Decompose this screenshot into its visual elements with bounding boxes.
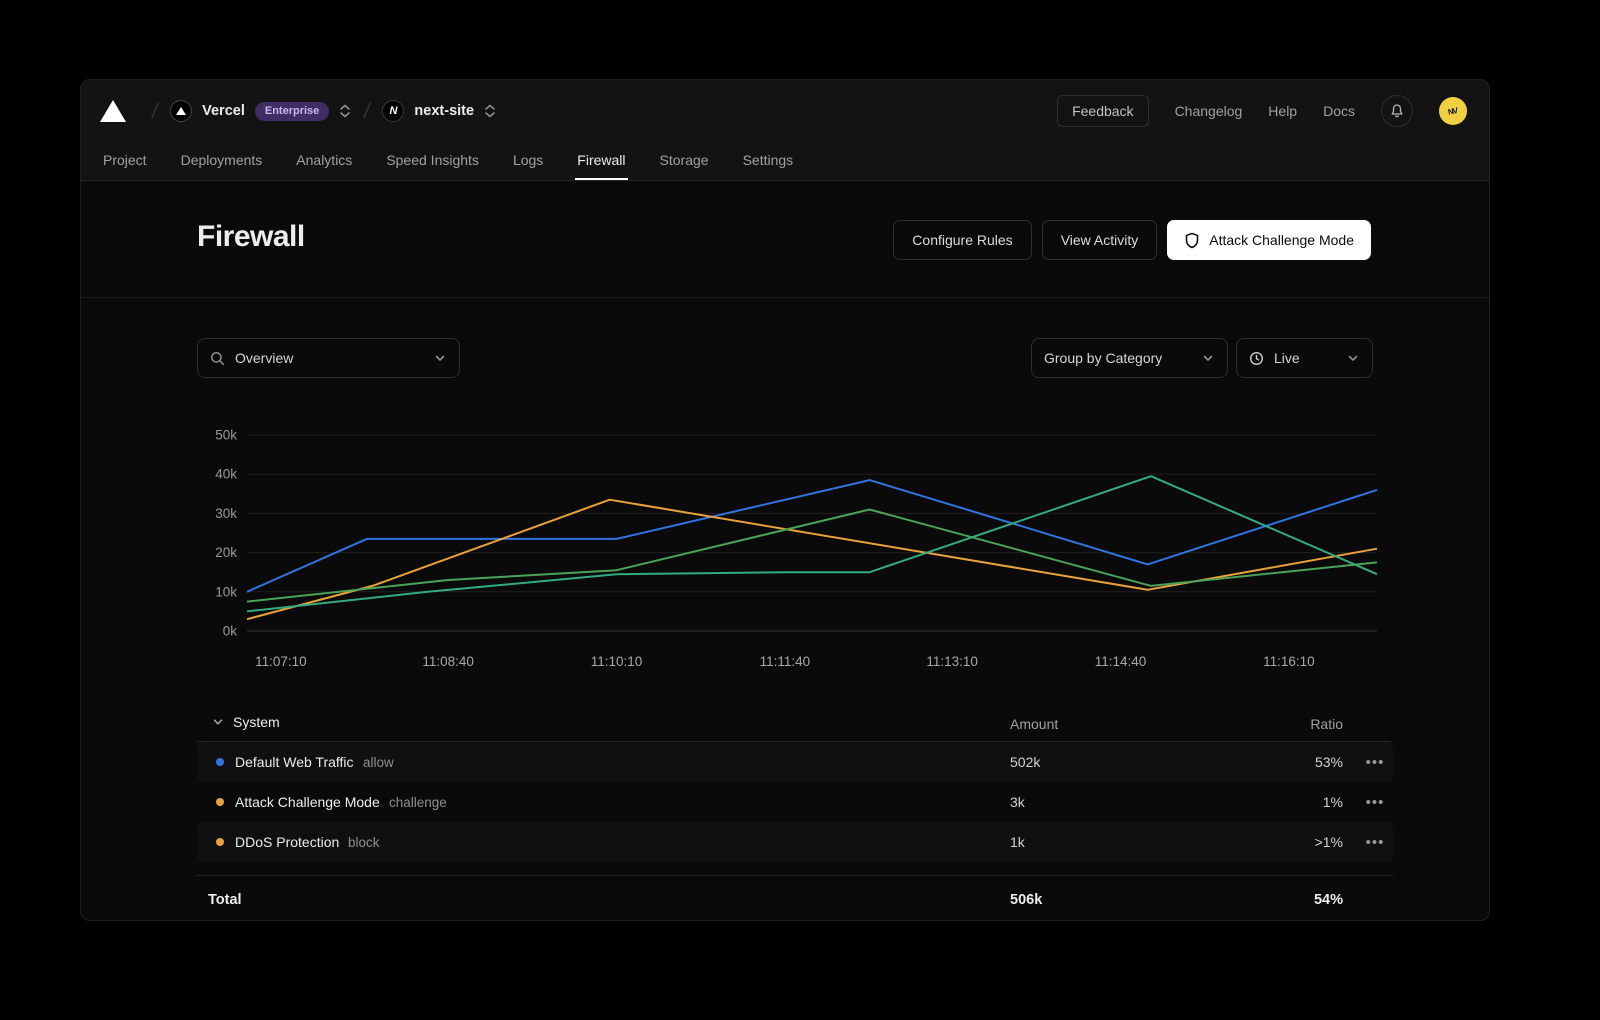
blue-line <box>247 480 1377 592</box>
rule-ratio: 53% <box>197 754 1343 770</box>
total-row: Total 506k 54% <box>197 875 1393 921</box>
page-title: Firewall <box>197 220 305 254</box>
line-chart-svg: 0k 10k 20k 30k 40k 50k 11:07:10 11:08:40 11:10:1… <box>197 416 1393 684</box>
teal-line <box>247 476 1377 611</box>
nextjs-project-icon: N <box>382 100 404 122</box>
breadcrumb-slash: / <box>150 98 160 125</box>
view-select-value: Overview <box>235 350 423 366</box>
ratio-column-header: Ratio <box>197 716 1343 732</box>
table-row[interactable]: Default Web Trafficallow502k53%••• <box>197 742 1393 782</box>
attack-challenge-mode-button[interactable]: Attack Challenge Mode <box>1167 220 1371 260</box>
time-range-select[interactable]: Live <box>1236 338 1373 378</box>
search-icon <box>210 351 225 366</box>
rule-ratio: >1% <box>197 834 1343 850</box>
tab-speed-insights[interactable]: Speed Insights <box>384 140 481 180</box>
x-axis-tick-label: 11:11:40 <box>760 654 811 669</box>
top-right-actions: Feedback Changelog Help Docs NV <box>1057 95 1467 127</box>
project-switcher-icon[interactable] <box>483 103 497 119</box>
chevron-down-icon <box>1346 351 1360 365</box>
avatar-initials: NV <box>1448 106 1459 117</box>
vercel-logo-icon[interactable] <box>100 100 126 122</box>
tab-firewall[interactable]: Firewall <box>575 140 627 180</box>
team-name[interactable]: Vercel <box>202 103 245 119</box>
top-band: / Vercel Enterprise / N next-site Feedba… <box>81 80 1489 181</box>
y-axis-tick-label: 40k <box>215 467 237 482</box>
team-triangle-icon <box>176 107 186 115</box>
x-axis-tick-label: 11:10:10 <box>591 654 643 669</box>
x-axis-tick-label: 11:14:40 <box>1095 654 1147 669</box>
tab-deployments[interactable]: Deployments <box>179 140 265 180</box>
help-link[interactable]: Help <box>1268 103 1297 119</box>
tab-logs[interactable]: Logs <box>511 140 545 180</box>
rule-ratio: 1% <box>197 794 1343 810</box>
y-axis-tick-label: 20k <box>215 545 237 560</box>
traffic-chart[interactable]: 0k 10k 20k 30k 40k 50k 11:07:10 11:08:40 11:10:1… <box>197 416 1393 686</box>
chevron-down-icon <box>433 351 447 365</box>
clock-icon <box>1249 351 1264 366</box>
y-axis-tick-label: 50k <box>215 428 237 443</box>
user-avatar[interactable]: NV <box>1439 97 1467 125</box>
x-axis-tick-label: 11:16:10 <box>1263 654 1315 669</box>
tab-settings[interactable]: Settings <box>741 140 796 180</box>
time-range-value: Live <box>1274 350 1336 366</box>
tab-analytics[interactable]: Analytics <box>294 140 354 180</box>
attack-challenge-mode-label: Attack Challenge Mode <box>1209 232 1354 248</box>
y-axis-tick-label: 0k <box>223 624 238 639</box>
configure-rules-button[interactable]: Configure Rules <box>893 220 1031 260</box>
title-actions: Configure Rules View Activity Attack Cha… <box>893 220 1371 260</box>
enterprise-badge: Enterprise <box>255 102 329 121</box>
shield-icon <box>1184 232 1200 249</box>
group-by-value: Group by Category <box>1044 350 1191 366</box>
row-menu-button[interactable]: ••• <box>1361 790 1389 814</box>
x-axis-tick-label: 11:13:10 <box>926 654 978 669</box>
tab-storage[interactable]: Storage <box>658 140 711 180</box>
green-line <box>247 510 1377 602</box>
table-row[interactable]: Attack Challenge Modechallenge3k1%••• <box>197 782 1393 822</box>
title-section: Firewall Configure Rules View Activity A… <box>81 182 1489 298</box>
view-activity-button[interactable]: View Activity <box>1042 220 1158 260</box>
y-axis-tick-label: 10k <box>215 584 237 599</box>
table-header: System Amount Ratio <box>197 707 1393 742</box>
row-menu-button[interactable]: ••• <box>1361 830 1389 854</box>
team-avatar <box>170 100 192 122</box>
docs-link[interactable]: Docs <box>1323 103 1355 119</box>
team-switcher-icon[interactable] <box>338 103 352 119</box>
yellow-line <box>247 500 1377 620</box>
breadcrumb-slash: / <box>363 98 373 125</box>
project-name[interactable]: next-site <box>414 103 474 119</box>
project-tabs: Project Deployments Analytics Speed Insight… <box>101 140 795 180</box>
x-axis-tick-label: 11:08:40 <box>422 654 474 669</box>
y-axis-tick-label: 30k <box>215 506 237 521</box>
table-row[interactable]: DDoS Protectionblock1k>1%••• <box>197 822 1393 862</box>
view-select[interactable]: Overview <box>197 338 460 378</box>
app-window: / Vercel Enterprise / N next-site Feedba… <box>80 79 1490 921</box>
filter-row: Overview Group by Category Live <box>81 338 1489 378</box>
table-body: Default Web Trafficallow502k53%•••Attack… <box>197 742 1393 862</box>
chevron-down-icon <box>1201 351 1215 365</box>
feedback-button[interactable]: Feedback <box>1057 95 1148 127</box>
x-axis-tick-label: 11:07:10 <box>255 654 307 669</box>
bell-icon <box>1389 103 1405 119</box>
row-menu-button[interactable]: ••• <box>1361 750 1389 774</box>
rules-table: System Amount Ratio Default Web Traffica… <box>197 707 1393 921</box>
total-ratio: 54% <box>197 892 1343 908</box>
notifications-button[interactable] <box>1381 95 1413 127</box>
tab-project[interactable]: Project <box>101 140 149 180</box>
breadcrumb: / Vercel Enterprise / N next-site <box>100 92 497 130</box>
changelog-link[interactable]: Changelog <box>1175 103 1243 119</box>
group-by-select[interactable]: Group by Category <box>1031 338 1228 378</box>
